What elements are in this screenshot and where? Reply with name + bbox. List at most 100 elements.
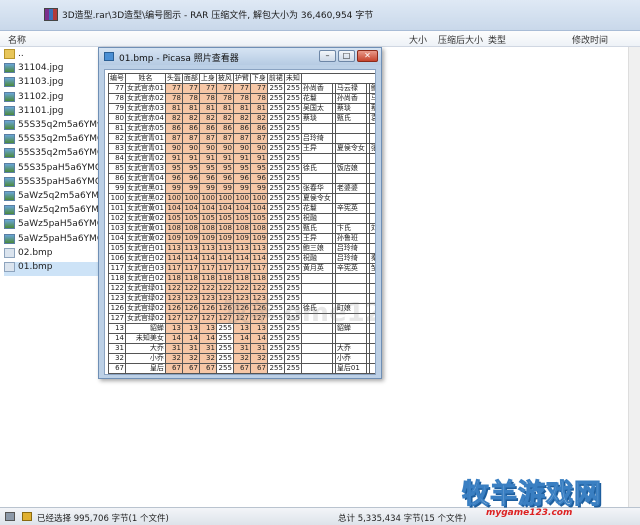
table-cell: 255 <box>283 243 302 254</box>
file-list[interactable]: .. 31104.jpg 31103.jpg 31102.jpg 31101.jpg 55… <box>0 47 106 507</box>
image-file-icon <box>4 191 15 201</box>
file-item[interactable]: 55S35q2m5a6YMQ <box>4 134 104 148</box>
table-cell: 87 <box>215 133 234 144</box>
table-cell: 13 <box>181 323 200 334</box>
table-cell <box>368 123 375 134</box>
minimize-button[interactable]: – <box>319 50 336 62</box>
viewer-titlebar[interactable]: 01.bmp - Picasa 照片查看器 – □ ✕ <box>99 48 381 65</box>
table-cell: 118 <box>164 273 183 284</box>
file-item[interactable]: 5aWz5paH5a6YMQ <box>4 219 104 233</box>
photo-viewer-window[interactable]: 01.bmp - Picasa 照片查看器 – □ ✕ 编号 姓名 头盔 面部 上身 披风… <box>98 47 382 379</box>
table-cell: 90 <box>232 143 251 154</box>
table-cell: 255 <box>266 103 285 114</box>
table-cell: 69 <box>164 373 183 374</box>
table-cell: 32 <box>249 353 268 364</box>
table-cell: 90 <box>198 143 217 154</box>
column-packed-size[interactable]: 压缩后大小 <box>438 33 483 46</box>
file-item[interactable]: 55S35paH5a6YMQ <box>4 176 104 191</box>
table-cell: 甄氏 <box>334 113 367 124</box>
table-cell: 孙尚香 <box>334 93 367 104</box>
file-item[interactable]: 5aWz5q2m5a6YMQ <box>4 191 106 205</box>
table-cell: 95 <box>215 163 234 174</box>
table-cell: 105 <box>164 213 183 224</box>
file-item[interactable]: .. <box>4 49 104 63</box>
column-type[interactable]: 类型 <box>488 33 506 46</box>
table-cell: 96 <box>198 173 217 184</box>
table-row: 79女武官赤03818181818181255255吴国太蔡琰蔡氏孙氏孙鲁班糜氏 <box>108 103 375 114</box>
table-cell: 104 <box>164 203 183 214</box>
table-cell: 91 <box>198 153 217 164</box>
table-cell: 67 <box>232 363 251 374</box>
table-cell: 孙鲁班 <box>334 233 367 244</box>
table-cell <box>368 373 375 374</box>
table-cell: 255 <box>283 213 302 224</box>
table-cell: 82 <box>215 113 234 124</box>
file-item[interactable]: 31102.jpg <box>4 91 104 106</box>
table-row: 100 女武官黑02 100 100 100 100 100 100 255 255 夏侯令女 <box>108 193 375 204</box>
column-header: 前裙 <box>266 73 285 84</box>
file-item[interactable]: 5aWz5paH5a6YMQ <box>4 233 104 248</box>
file-item[interactable]: 31101.jpg <box>4 105 104 120</box>
file-item[interactable]: 31104.jpg <box>4 63 104 77</box>
table-cell: 82 <box>198 113 217 124</box>
file-item[interactable]: 02.bmp <box>4 247 104 262</box>
table-cell: 96 <box>249 173 268 184</box>
site-watermark-url: mygame123.com <box>486 508 573 518</box>
maximize-button[interactable]: □ <box>338 50 355 62</box>
file-item[interactable]: 5aWz5q2m5a6YMQ <box>4 205 106 219</box>
key-icon <box>22 512 32 521</box>
column-name[interactable]: 名称 <box>8 33 26 46</box>
picasa-app-icon <box>104 52 114 61</box>
table-cell: 127 <box>164 313 183 324</box>
table-cell: 103 <box>108 223 126 234</box>
table-cell: 32 <box>181 353 200 364</box>
table-cell: 31 <box>108 343 126 354</box>
column-size[interactable]: 大小 <box>409 33 427 46</box>
file-item[interactable]: 01.bmp <box>4 262 104 276</box>
vertical-scrollbar[interactable] <box>628 47 640 507</box>
table-cell: 255 <box>283 193 302 204</box>
table-cell <box>368 163 375 174</box>
table-cell: 108 <box>232 223 251 234</box>
table-cell: 未知美女 <box>125 333 166 344</box>
image-canvas[interactable]: 编号姓名头盔面部上身披风护臂下身前裙未知使用者 77女武官赤0177777777… <box>104 69 376 375</box>
table-cell: 77 <box>232 83 251 94</box>
column-modified[interactable]: 修改时间 <box>572 33 608 46</box>
table-cell: 81 <box>232 103 251 114</box>
table-row: 85 女武官青03 95 95 95 95 95 95 255 255 徐氏 饭店娘 <box>108 163 375 174</box>
close-button[interactable]: ✕ <box>357 50 378 62</box>
file-item[interactable]: 31103.jpg <box>4 77 104 91</box>
table-cell: 32 <box>164 353 183 364</box>
table-cell: 女武官白03 <box>125 263 166 274</box>
table-cell <box>368 203 375 214</box>
table-cell: 张春华 <box>368 143 375 154</box>
column-header: 使用者 <box>300 73 375 84</box>
folder-icon <box>4 49 15 59</box>
table-cell: 109 <box>232 233 251 244</box>
file-item[interactable]: 55S35q2m5a6YMw <box>4 120 104 134</box>
viewer-title: 01.bmp - Picasa 照片查看器 <box>119 54 239 64</box>
table-cell: 女武官绿01 <box>125 283 166 294</box>
file-item[interactable]: 55S35paH5a6YMQ <box>4 162 104 177</box>
table-cell: 小乔 <box>125 353 166 364</box>
table-row: 78女武官赤02787878787878255255花鬘孙尚香马云禄鲍三娘秦良玉 <box>108 93 375 104</box>
table-cell: 81 <box>164 103 183 114</box>
table-cell: 255 <box>215 333 234 344</box>
table-cell <box>300 333 333 344</box>
file-item[interactable]: 55S35q2m5a6YMQ <box>4 148 104 162</box>
image-file-icon <box>4 162 15 173</box>
table-cell <box>334 273 367 284</box>
table-cell: 徐氏 <box>300 163 333 174</box>
table-cell <box>334 153 367 164</box>
table-cell: 86 <box>108 173 126 184</box>
table-cell: 255 <box>283 333 302 344</box>
table-cell: 32 <box>108 353 126 364</box>
table-cell: 105 <box>108 243 126 254</box>
table-cell <box>334 133 367 144</box>
column-header: 披风 <box>215 73 234 84</box>
table-cell: 张春华 <box>300 183 333 194</box>
table-cell: 女武官青02 <box>125 153 166 164</box>
table-cell: 13 <box>198 323 217 334</box>
file-name: 55S35q2m5a6YMw <box>18 120 105 130</box>
table-cell: 夏侯令女 <box>334 143 367 154</box>
